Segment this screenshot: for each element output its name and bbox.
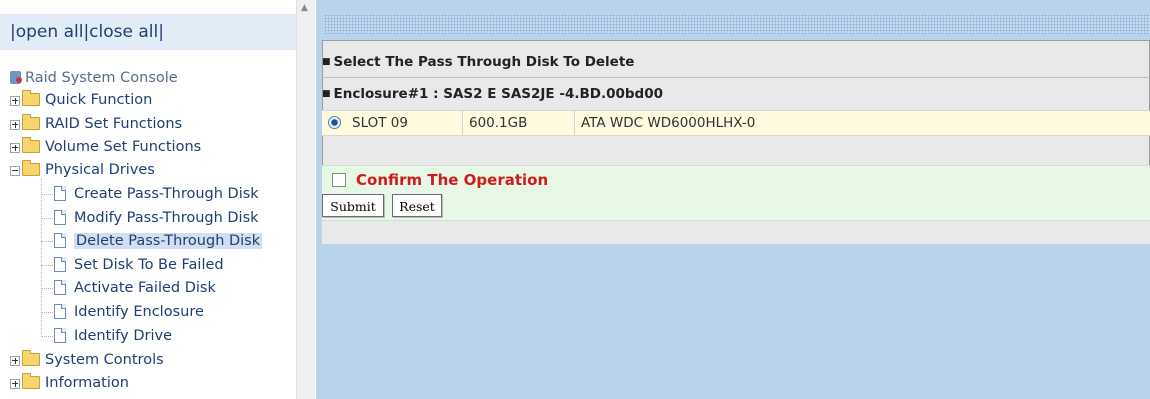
tree-item-label: Identify Drive <box>74 328 173 344</box>
tree-scrollbar[interactable]: ▲ <box>296 0 315 399</box>
computer-icon <box>10 71 22 84</box>
tree-item-label: Identify Enclosure <box>74 304 204 320</box>
folder-icon <box>22 90 40 106</box>
tree-root-label: Raid System Console <box>25 70 178 86</box>
open-all-link[interactable]: open all <box>16 22 84 42</box>
confirm-checkbox[interactable] <box>332 173 346 187</box>
tree-connector-branch <box>41 241 53 242</box>
tree-folder-label: System Controls <box>45 352 164 368</box>
tree-folder-label: Physical Drives <box>45 162 155 178</box>
tree-item-label: Activate Failed Disk <box>74 280 216 296</box>
tree-item-identify-enclosure[interactable]: Identify Enclosure <box>54 301 204 324</box>
tree-folder-quick-function[interactable]: Quick Function <box>10 89 152 112</box>
submit-button[interactable]: Submit <box>322 194 384 217</box>
page-icon <box>54 186 66 201</box>
disk-select-radio[interactable] <box>328 116 341 129</box>
separator: | <box>158 22 164 42</box>
section-title-text: Select The Pass Through Disk To Delete <box>333 54 635 70</box>
tree-item-set-disk-to-be-failed[interactable]: Set Disk To Be Failed <box>54 254 224 277</box>
tree-connector-branch <box>41 265 53 266</box>
confirm-section: Confirm The Operation Submit Reset <box>322 165 1150 221</box>
header-pattern-strip <box>324 14 1150 34</box>
tree-item-label: Set Disk To Be Failed <box>74 257 224 273</box>
folder-icon <box>22 137 40 153</box>
page-icon <box>54 257 66 272</box>
tree-item-delete-pass-through-disk[interactable]: Delete Pass-Through Disk <box>54 230 263 253</box>
reset-button[interactable]: Reset <box>392 194 442 217</box>
expand-icon[interactable] <box>10 95 20 106</box>
tree-folder-volume-set-functions[interactable]: Volume Set Functions <box>10 136 201 159</box>
folder-icon <box>22 114 40 130</box>
expand-icon[interactable] <box>10 119 20 130</box>
tree-item-identify-drive[interactable]: Identify Drive <box>54 325 172 348</box>
enclosure-title-text: Enclosure#1 : SAS2 E SAS2JE -4.BD.00bd00 <box>333 86 664 102</box>
disk-model: ATA WDC WD6000HLHX-0 <box>574 111 1150 135</box>
tree-folder-label: Volume Set Functions <box>45 139 202 155</box>
tree-folder-system-controls[interactable]: System Controls <box>10 349 164 372</box>
content-panel: ■ Select The Pass Through Disk To Delete … <box>316 0 1150 399</box>
section-title: ■ Select The Pass Through Disk To Delete <box>322 50 634 74</box>
tree-root[interactable]: Raid System Console <box>10 67 178 90</box>
collapse-icon[interactable] <box>10 165 20 176</box>
open-close-bar: |open all|close all| <box>0 14 296 50</box>
tree-item-label: Create Pass-Through Disk <box>74 186 259 202</box>
expand-icon[interactable] <box>10 142 20 153</box>
tree-item-label: Delete Pass-Through Disk <box>74 233 263 249</box>
tree-connector-branch <box>41 336 53 337</box>
folder-icon <box>22 350 40 366</box>
form-footer <box>322 221 1150 244</box>
tree-item-activate-failed-disk[interactable]: Activate Failed Disk <box>54 277 216 300</box>
expand-icon[interactable] <box>10 355 20 366</box>
tree-folder-raid-set-functions[interactable]: RAID Set Functions <box>10 113 182 136</box>
page-icon <box>54 210 66 225</box>
disk-capacity: 600.1GB <box>462 111 574 135</box>
bullet-icon: ■ <box>322 89 331 99</box>
folder-icon <box>22 373 40 389</box>
tree-item-label: Modify Pass-Through Disk <box>74 210 259 226</box>
confirm-label: Confirm The Operation <box>356 171 549 189</box>
tree-folder-label: RAID Set Functions <box>45 116 183 132</box>
enclosure-title: ■ Enclosure#1 : SAS2 E SAS2JE -4.BD.00bd0… <box>322 82 663 106</box>
page-icon <box>54 328 66 343</box>
tree-folder-label: Quick Function <box>45 92 153 108</box>
tree-connector-branch <box>41 288 53 289</box>
tree-connector-branch <box>41 194 53 195</box>
close-all-link[interactable]: close all <box>89 22 158 42</box>
tree-connector-branch <box>41 218 53 219</box>
folder-open-icon <box>22 160 40 176</box>
divider <box>322 77 1150 78</box>
disk-slot: SLOT 09 <box>352 115 408 131</box>
tree-folder-physical-drives[interactable]: Physical Drives <box>10 159 155 182</box>
page-icon <box>54 304 66 319</box>
scroll-up-arrow-icon[interactable]: ▲ <box>301 3 308 13</box>
tree-item-modify-pass-through-disk[interactable]: Modify Pass-Through Disk <box>54 207 259 230</box>
tree-item-create-pass-through-disk[interactable]: Create Pass-Through Disk <box>54 183 259 206</box>
bullet-icon: ■ <box>322 57 331 67</box>
tree-folder-label: Information <box>45 375 129 391</box>
tree-folder-information[interactable]: Information <box>10 372 129 395</box>
navigation-tree-panel: |open all|close all| Raid System Console… <box>0 0 296 399</box>
page-icon <box>54 233 66 248</box>
tree-connector-branch <box>41 312 53 313</box>
tree-connector-line <box>41 179 42 337</box>
expand-icon[interactable] <box>10 378 20 389</box>
page-icon <box>54 280 66 295</box>
disk-row[interactable]: SLOT 09 600.1GB ATA WDC WD6000HLHX-0 <box>322 110 1150 136</box>
